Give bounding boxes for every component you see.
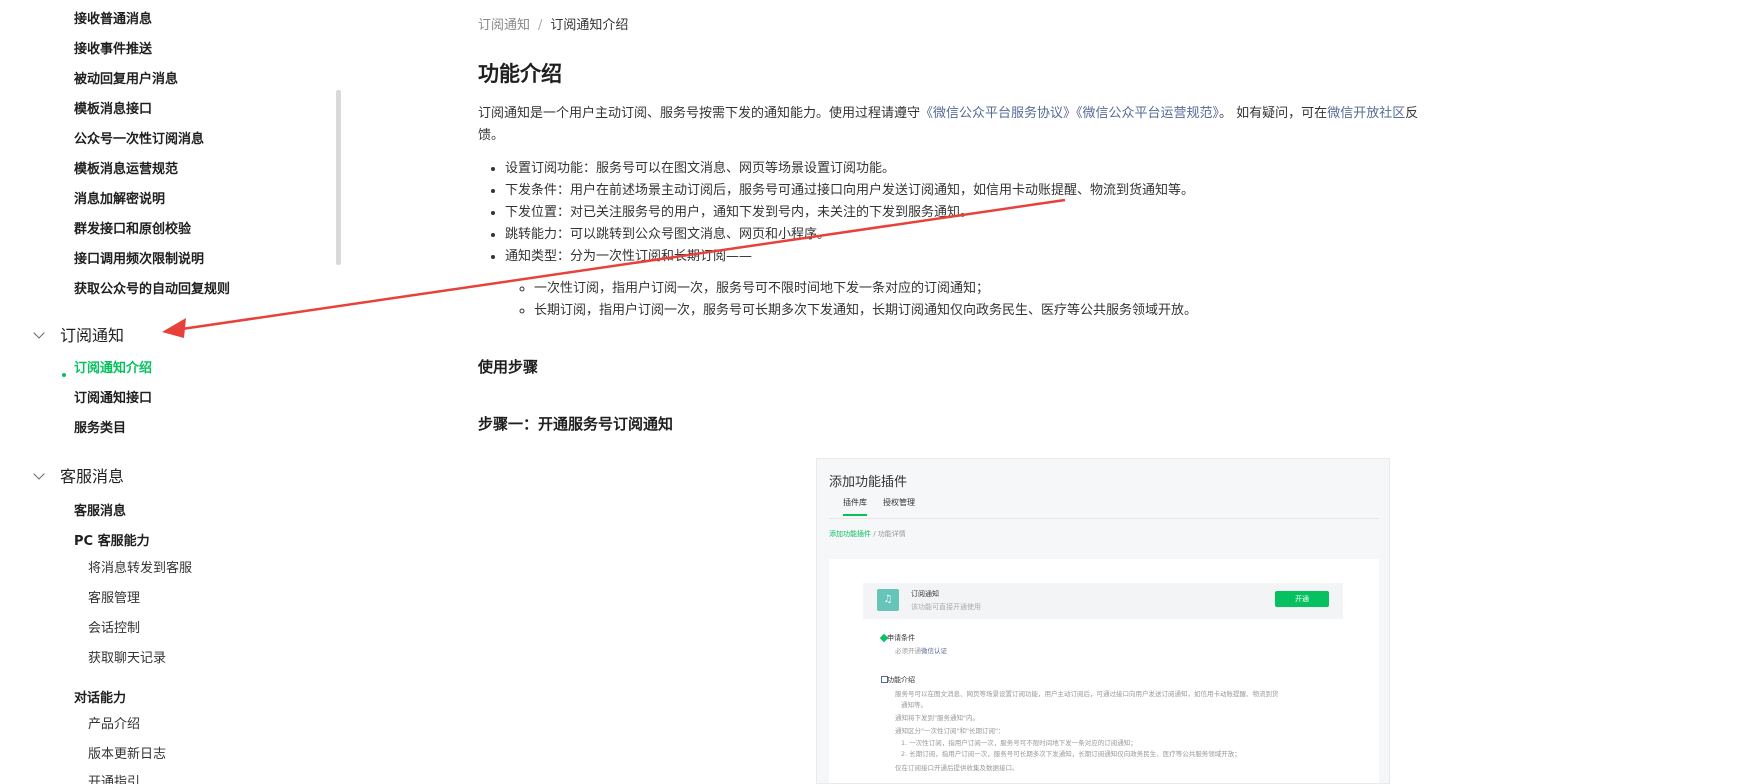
intro-line: 仅在订阅接口开通后提供收集及数据接口。 xyxy=(895,764,1019,772)
sidebar-item[interactable]: 版本更新日志 xyxy=(88,746,166,764)
intro-line: 通知将下发到"服务通知"内。 xyxy=(895,714,979,722)
sidebar-item[interactable]: 模板消息运营规范 xyxy=(74,161,178,179)
breadcrumb-parent[interactable]: 订阅通知 xyxy=(478,18,530,33)
sidebar-item[interactable]: 服务类目 xyxy=(74,420,126,438)
screenshot-crumb-link: 添加功能插件 xyxy=(829,530,871,538)
feature-list: 设置订阅功能：服务号可以在图文消息、网页等场景设置订阅功能。 下发条件：用户在前… xyxy=(505,158,1445,268)
breadcrumb-current: 订阅通知介绍 xyxy=(550,18,629,33)
req-title: 申请条件 xyxy=(887,634,915,642)
req-line: 必须开通微信认证 xyxy=(895,646,947,656)
sidebar-item[interactable]: 客服管理 xyxy=(88,590,140,608)
sidebar-item[interactable]: PC 客服能力 xyxy=(74,533,150,551)
sidebar-item[interactable]: 开通指引 xyxy=(88,774,140,784)
screenshot-breadcrumb: 添加功能插件 / 功能详情 xyxy=(829,529,906,539)
sidebar-item[interactable]: 会话控制 xyxy=(88,620,140,638)
list-item: 一次性订阅，指用户订阅一次，服务号可不限时间地下发一条对应的订阅通知； xyxy=(534,278,1434,300)
req-link: 微信认证 xyxy=(921,647,947,655)
plugin-bar: ♫ 订阅通知 该功能可直接开通使用 开通 xyxy=(863,583,1343,619)
screenshot-tabs: 插件库 授权管理 xyxy=(829,497,1379,519)
req-text: 必须开通 xyxy=(895,647,921,655)
sidebar-item[interactable]: 客服消息 xyxy=(74,503,126,521)
chevron-down-icon[interactable] xyxy=(33,327,45,339)
service-agreement-link[interactable]: 《微信公众平台服务协议》 xyxy=(920,106,1076,121)
tab-plugin-library: 插件库 xyxy=(843,497,867,516)
sidebar-item[interactable]: 接收事件推送 xyxy=(74,41,152,59)
active-dot-icon xyxy=(62,373,66,377)
sidebar: 接收普通消息 接收事件推送 被动回复用户消息 模板消息接口 公众号一次性订阅消息… xyxy=(0,0,340,784)
breadcrumb-separator: / xyxy=(538,18,543,33)
list-item: 长期订阅，指用户订阅一次，服务号可长期多次下发通知，长期订阅通知仅向政务民生、医… xyxy=(534,300,1434,322)
list-item: 下发位置：对已关注服务号的用户，通知下发到号内，未关注的下发到服务通知。 xyxy=(505,202,1445,224)
sidebar-item[interactable]: 获取公众号的自动回复规则 xyxy=(74,281,230,299)
intro-text: 。 如有疑问，可在 xyxy=(1219,106,1328,121)
intro-line: 通知区分"一次性订阅"和"长期订阅"： xyxy=(895,727,1005,735)
list-item: 设置订阅功能：服务号可以在图文消息、网页等场景设置订阅功能。 xyxy=(505,158,1445,180)
operation-rules-link[interactable]: 《微信公众平台运营规范》 xyxy=(1076,106,1219,121)
intro-paragraph: 订阅通知是一个用户主动订阅、服务号按需下发的通知能力。使用过程请遵守《微信公众平… xyxy=(478,103,1443,147)
sidebar-item[interactable]: 接收普通消息 xyxy=(74,11,152,29)
sidebar-item[interactable]: 模板消息接口 xyxy=(74,101,152,119)
intro-line: 通知等。 xyxy=(901,701,927,709)
plugin-desc: 该功能可直接开通使用 xyxy=(911,603,981,611)
open-community-link[interactable]: 微信开放社区 xyxy=(1327,106,1405,121)
step1-heading: 步骤一：开通服务号订阅通知 xyxy=(478,415,674,433)
bell-icon: ♫ xyxy=(877,589,899,611)
steps-heading: 使用步骤 xyxy=(478,358,539,376)
intro-text: 订阅通知是一个用户主动订阅、服务号按需下发的通知能力。使用过程请遵守 xyxy=(478,106,921,121)
list-item: 跳转能力：可以跳转到公众号图文消息、网页和小程序。 xyxy=(505,224,1445,246)
tab-auth-manage: 授权管理 xyxy=(883,498,915,507)
screenshot-title: 添加功能插件 xyxy=(829,475,908,490)
intro-line: 2. 长期订阅，指用户订阅一次，服务号可长期多次下发通知，长期订阅通知仅向政务民… xyxy=(901,750,1241,758)
intro-title: 功能介绍 xyxy=(887,676,915,684)
sidebar-group-kf[interactable]: 客服消息 xyxy=(60,467,124,487)
page-title: 功能介绍 xyxy=(478,62,562,86)
sidebar-item[interactable]: 订阅通知接口 xyxy=(74,390,152,408)
plugin-screenshot: 添加功能插件 插件库 授权管理 添加功能插件 / 功能详情 ♫ 订阅通知 该功能… xyxy=(816,458,1390,784)
sidebar-item[interactable]: 群发接口和原创校验 xyxy=(74,221,191,239)
sidebar-group-subscribe[interactable]: 订阅通知 xyxy=(60,326,124,346)
sidebar-item[interactable]: 被动回复用户消息 xyxy=(74,71,178,89)
breadcrumb: 订阅通知 / 订阅通知介绍 xyxy=(478,14,628,33)
sidebar-item[interactable]: 产品介绍 xyxy=(88,716,140,734)
list-item: 通知类型：分为一次性订阅和长期订阅—— xyxy=(505,246,1445,268)
sidebar-item[interactable]: 对话能力 xyxy=(74,690,126,708)
sidebar-item[interactable]: 获取聊天记录 xyxy=(88,650,166,668)
intro-line: 服务号可以在图文消息、网页等场景设置订阅功能，用户主动订阅后，可通过接口向用户发… xyxy=(895,690,1279,698)
plugin-name: 订阅通知 xyxy=(911,590,939,598)
screenshot-card: ♫ 订阅通知 该功能可直接开通使用 开通 申请条件 必须开通微信认证 功能介绍 … xyxy=(829,559,1379,783)
sidebar-item-subscribe-intro[interactable]: 订阅通知介绍 xyxy=(74,360,152,378)
list-item: 下发条件：用户在前述场景主动订阅后，服务号可通过接口向用户发送订阅通知，如信用卡… xyxy=(505,180,1445,202)
sidebar-item[interactable]: 将消息转发到客服 xyxy=(88,560,192,578)
intro-line: 1. 一次性订阅，指用户订阅一次，服务号可不限时间地下发一条对应的订阅通知； xyxy=(901,739,1137,747)
subfeature-list: 一次性订阅，指用户订阅一次，服务号可不限时间地下发一条对应的订阅通知； 长期订阅… xyxy=(534,278,1434,322)
sidebar-item[interactable]: 消息加解密说明 xyxy=(74,191,165,209)
chevron-down-icon[interactable] xyxy=(33,468,45,480)
open-button: 开通 xyxy=(1275,591,1329,607)
sidebar-item[interactable]: 公众号一次性订阅消息 xyxy=(74,131,204,149)
screenshot-crumb-rest: / 功能详情 xyxy=(871,530,906,538)
sidebar-scrollbar[interactable] xyxy=(336,90,341,265)
sidebar-item[interactable]: 接口调用频次限制说明 xyxy=(74,251,204,269)
main-content: 订阅通知 / 订阅通知介绍 功能介绍 订阅通知是一个用户主动订阅、服务号按需下发的通… xyxy=(478,0,1458,784)
